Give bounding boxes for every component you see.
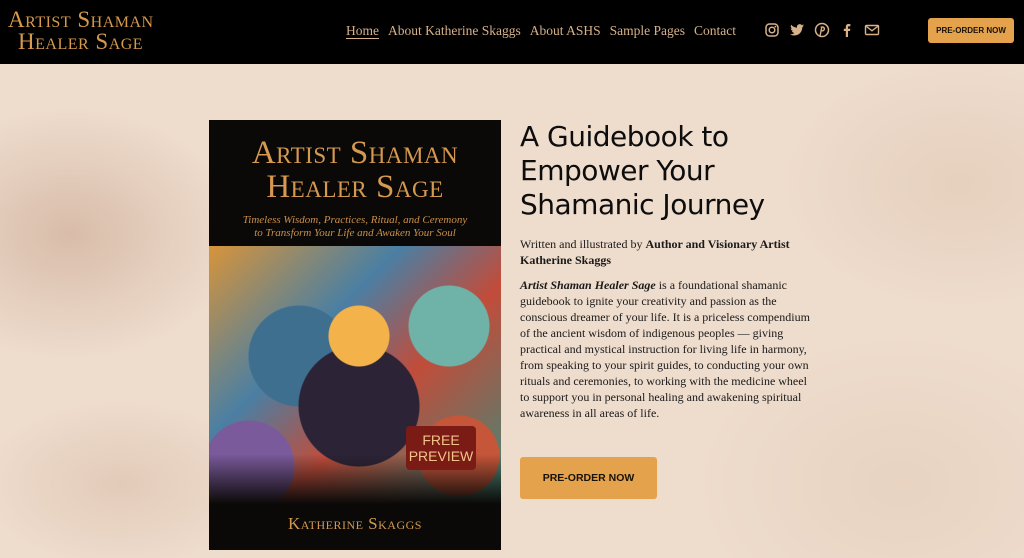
logo-line-2: Healer Sage: [18, 29, 144, 54]
badge-line-1: FREE: [422, 432, 460, 448]
book-title-line-1: Artist Shaman: [251, 135, 459, 171]
social-links: [764, 22, 880, 38]
email-icon[interactable]: [864, 22, 880, 38]
description-title: Artist Shaman Healer Sage: [520, 278, 656, 292]
credit-prefix: Written and illustrated by: [520, 237, 646, 251]
site-logo[interactable]: Artist Shaman Healer Sage: [8, 7, 158, 54]
main-nav: Home About Katherine Skaggs About ASHS S…: [346, 22, 736, 40]
preorder-button[interactable]: PRE-ORDER NOW: [520, 457, 657, 499]
book-description: Artist Shaman Healer Sage is a foundatio…: [520, 277, 812, 421]
description-body: is a foundational shamanic guidebook to …: [520, 278, 810, 420]
nav-home[interactable]: Home: [346, 22, 379, 40]
book-subtitle: Timeless Wisdom, Practices, Ritual, and …: [229, 214, 481, 240]
twitter-icon[interactable]: [789, 22, 805, 38]
logo-line-1: Artist Shaman: [8, 7, 154, 32]
book-title: Artist Shaman Healer Sage: [209, 136, 501, 204]
nav-contact[interactable]: Contact: [694, 22, 736, 40]
site-header: Artist Shaman Healer Sage Home About Kat…: [0, 0, 1024, 64]
header-preorder-button[interactable]: PRE-ORDER NOW: [928, 18, 1014, 43]
author-credit: Written and illustrated by Author and Vi…: [520, 236, 820, 268]
background-texture: [0, 64, 1024, 558]
book-title-line-2: Healer Sage: [266, 169, 444, 205]
facebook-icon[interactable]: [839, 22, 855, 38]
free-preview-badge[interactable]: FREE PREVIEW: [406, 426, 476, 470]
nav-about-ashs[interactable]: About ASHS: [530, 22, 601, 40]
book-subtitle-line-2: to Transform Your Life and Awaken Your S…: [254, 227, 456, 239]
pinterest-icon[interactable]: [814, 22, 830, 38]
instagram-icon[interactable]: [764, 22, 780, 38]
badge-line-2: PREVIEW: [408, 448, 474, 464]
book-author: Katherine Skaggs: [288, 514, 422, 533]
book-cover[interactable]: Artist Shaman Healer Sage Timeless Wisdo…: [209, 120, 501, 550]
nav-sample-pages[interactable]: Sample Pages: [610, 22, 685, 40]
page-headline: A Guidebook to Empower Your Shamanic Jou…: [520, 120, 765, 221]
nav-about-katherine[interactable]: About Katherine Skaggs: [388, 22, 521, 40]
book-subtitle-line-1: Timeless Wisdom, Practices, Ritual, and …: [242, 214, 468, 226]
